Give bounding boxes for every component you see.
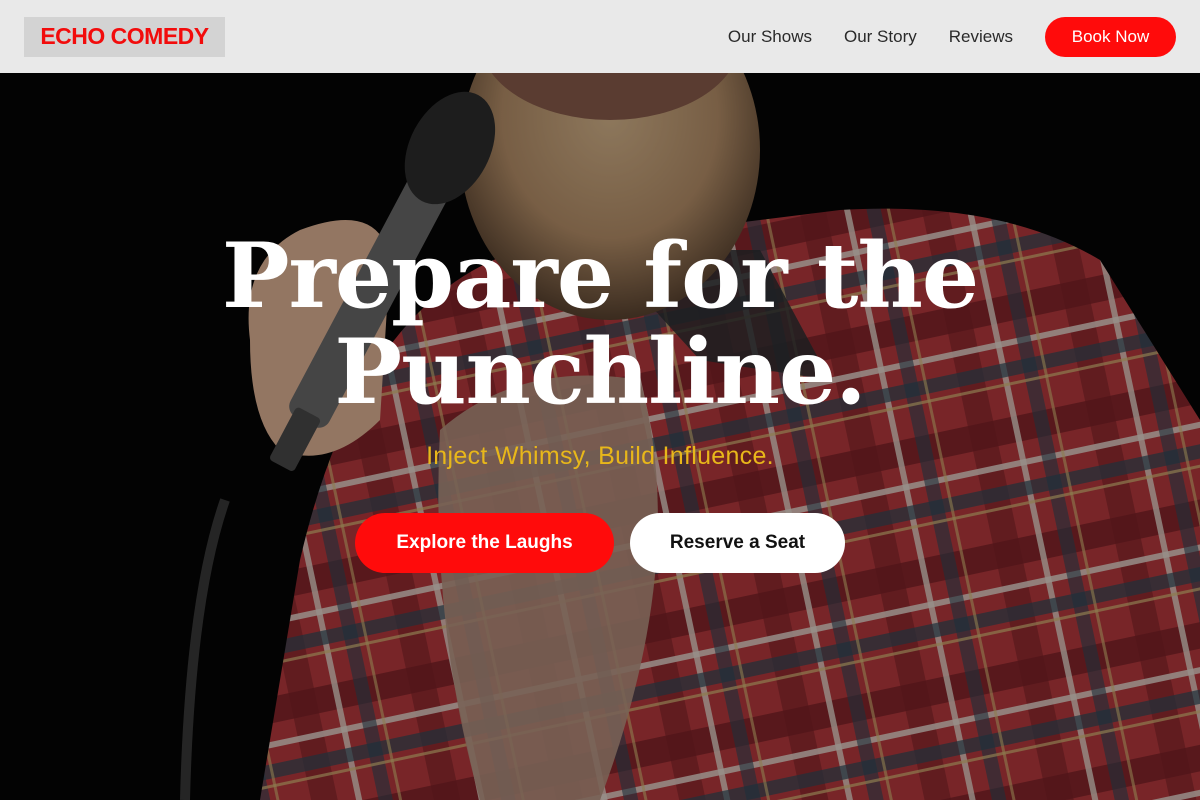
hero-headline: Prepare for the Punchline. bbox=[221, 223, 979, 425]
top-navbar: ECHO COMEDY Our Shows Our Story Reviews … bbox=[0, 0, 1200, 73]
nav-link-reviews[interactable]: Reviews bbox=[949, 27, 1013, 47]
nav-link-our-story[interactable]: Our Story bbox=[844, 27, 917, 47]
hero-tagline: Inject Whimsy, Build Influence. bbox=[426, 442, 774, 470]
nav-link-our-shows[interactable]: Our Shows bbox=[728, 27, 812, 47]
site-logo[interactable]: ECHO COMEDY bbox=[24, 16, 225, 57]
book-now-button[interactable]: Book Now bbox=[1045, 16, 1176, 57]
cta-row: Explore the Laughs Reserve a Seat bbox=[0, 513, 1200, 573]
nav-links: Our Shows Our Story Reviews Book Now bbox=[728, 16, 1176, 57]
reserve-seat-button[interactable]: Reserve a Seat bbox=[630, 513, 845, 573]
hero-section: Prepare for the Punchline. Inject Whimsy… bbox=[0, 228, 1200, 573]
explore-laughs-button[interactable]: Explore the Laughs bbox=[355, 513, 614, 573]
